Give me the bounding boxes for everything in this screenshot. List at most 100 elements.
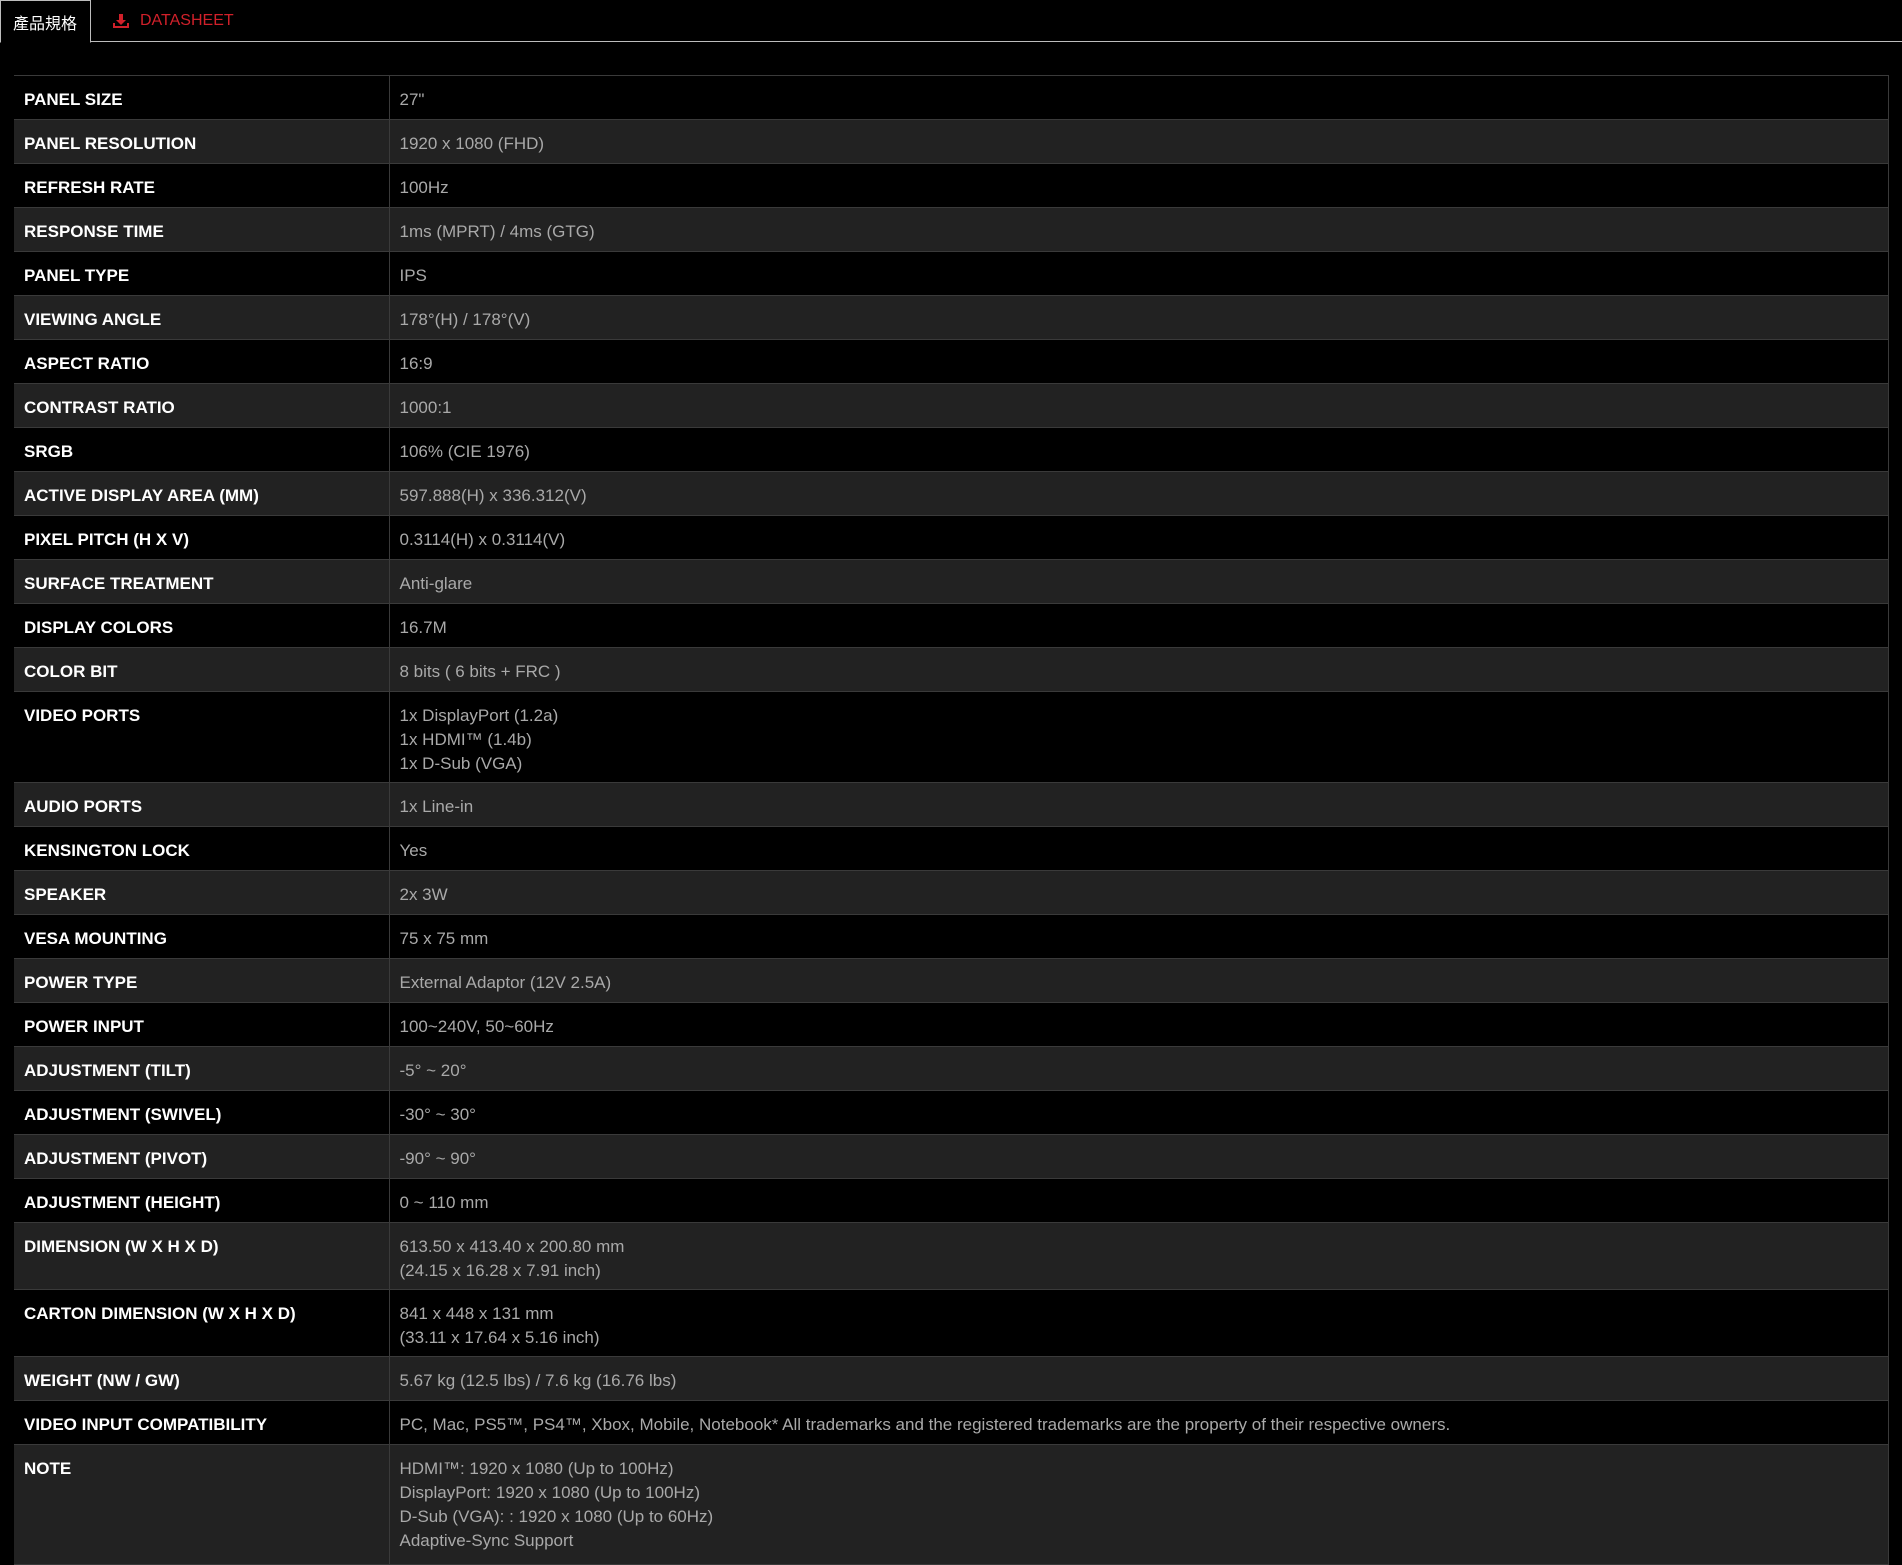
tab-bar: 產品規格 DATASHEET bbox=[0, 0, 1902, 43]
spec-value: 178°(H) / 178°(V) bbox=[389, 295, 1889, 340]
spec-value: 1920 x 1080 (FHD) bbox=[389, 119, 1889, 164]
spec-value: 613.50 x 413.40 x 200.80 mm (24.15 x 16.2… bbox=[389, 1222, 1889, 1290]
spec-value-line: 1ms (MPRT) / 4ms (GTG) bbox=[399, 222, 595, 241]
spec-value-line: Yes bbox=[399, 841, 428, 860]
spec-label: SRGB bbox=[14, 427, 390, 472]
spec-value: 100~240V, 50~60Hz bbox=[389, 1002, 1889, 1047]
tab-specifications-label: 產品規格 bbox=[13, 15, 78, 33]
spec-row: CARTON DIMENSION (W X H X D) 841 x 448 x … bbox=[14, 1289, 1889, 1357]
tab-specifications[interactable]: 產品規格 bbox=[0, 0, 91, 43]
spec-value: 0.3114(H) x 0.3114(V) bbox=[389, 515, 1889, 560]
spec-value: 597.888(H) x 336.312(V) bbox=[389, 471, 1889, 516]
spec-value: 2x 3W bbox=[389, 870, 1889, 915]
spec-row: PIXEL PITCH (H X V) 0.3114(H) x 0.3114(V) bbox=[14, 515, 1889, 560]
spec-value-line: 100Hz bbox=[399, 178, 449, 197]
spec-row: ADJUSTMENT (TILT) -5° ~ 20° bbox=[14, 1046, 1889, 1091]
spec-value: HDMI™: 1920 x 1080 (Up to 100Hz) DisplayP… bbox=[389, 1444, 1889, 1565]
spec-value-line: 5.67 kg (12.5 lbs) / 7.6 kg (16.76 lbs) bbox=[399, 1371, 677, 1390]
spec-value: -90° ~ 90° bbox=[389, 1134, 1889, 1179]
spec-value-line: 597.888(H) x 336.312(V) bbox=[399, 486, 587, 505]
spec-value-line: 178°(H) / 178°(V) bbox=[399, 310, 531, 329]
spec-value-line: 0 ~ 110 mm bbox=[399, 1193, 489, 1212]
spec-value-line: DisplayPort: 1920 x 1080 (Up to 100Hz) bbox=[399, 1483, 701, 1502]
spec-label: RESPONSE TIME bbox=[14, 207, 390, 252]
spec-value: PC, Mac, PS5™, PS4™, Xbox, Mobile, Noteb… bbox=[389, 1400, 1889, 1445]
spec-value-line: Anti-glare bbox=[399, 574, 473, 593]
spec-label: POWER INPUT bbox=[14, 1002, 390, 1047]
spec-row: DISPLAY COLORS 16.7M bbox=[14, 603, 1889, 648]
spec-row: POWER INPUT 100~240V, 50~60Hz bbox=[14, 1002, 1889, 1047]
spec-label: REFRESH RATE bbox=[14, 163, 390, 208]
spec-value-line: 106% (CIE 1976) bbox=[399, 442, 530, 461]
spec-label: ACTIVE DISPLAY AREA (MM) bbox=[14, 471, 390, 516]
spec-label: PIXEL PITCH (H X V) bbox=[14, 515, 390, 560]
spec-value-line: D-Sub (VGA): : 1920 x 1080 (Up to 60Hz) bbox=[399, 1507, 714, 1526]
spec-label: VIEWING ANGLE bbox=[14, 295, 390, 340]
spec-row: VIEWING ANGLE 178°(H) / 178°(V) bbox=[14, 295, 1889, 340]
spec-label: ADJUSTMENT (TILT) bbox=[14, 1046, 390, 1091]
spec-value: 27" bbox=[389, 75, 1889, 120]
spec-value-line: (24.15 x 16.28 x 7.91 inch) bbox=[399, 1261, 601, 1280]
spec-value: 1x DisplayPort (1.2a) 1x HDMI™ (1.4b) 1x D… bbox=[389, 691, 1889, 783]
spec-label: CONTRAST RATIO bbox=[14, 383, 390, 428]
spec-label: VIDEO INPUT COMPATIBILITY bbox=[14, 1400, 390, 1445]
spec-value: 16:9 bbox=[389, 339, 1889, 384]
spec-label: COLOR BIT bbox=[14, 647, 390, 692]
spec-value-line: 16:9 bbox=[399, 354, 433, 373]
spec-value-line: 0.3114(H) x 0.3114(V) bbox=[399, 530, 566, 549]
spec-value-line: PC, Mac, PS5™, PS4™, Xbox, Mobile, Noteb… bbox=[399, 1415, 1451, 1434]
download-icon bbox=[112, 13, 130, 29]
spec-row: KENSINGTON LOCK Yes bbox=[14, 826, 1889, 871]
spec-row: ACTIVE DISPLAY AREA (MM) 597.888(H) x 336… bbox=[14, 471, 1889, 516]
spec-row: SPEAKER 2x 3W bbox=[14, 870, 1889, 915]
spec-table: PANEL SIZE 27" PANEL RESOLUTION 1920 x 1080… bbox=[14, 75, 1889, 1565]
spec-label: SURFACE TREATMENT bbox=[14, 559, 390, 604]
spec-label: ASPECT RATIO bbox=[14, 339, 390, 384]
spec-label: ADJUSTMENT (HEIGHT) bbox=[14, 1178, 390, 1223]
spec-value-line: 27" bbox=[399, 90, 425, 109]
spec-label: KENSINGTON LOCK bbox=[14, 826, 390, 871]
spec-value: IPS bbox=[389, 251, 1889, 296]
spec-value-line: IPS bbox=[399, 266, 427, 285]
tab-datasheet-label: DATASHEET bbox=[140, 12, 234, 29]
spec-row: RESPONSE TIME 1ms (MPRT) / 4ms (GTG) bbox=[14, 207, 1889, 252]
spec-value: 8 bits ( 6 bits + FRC ) bbox=[389, 647, 1889, 692]
spec-row: POWER TYPE External Adaptor (12V 2.5A) bbox=[14, 958, 1889, 1003]
spec-row: AUDIO PORTS 1x Line-in bbox=[14, 782, 1889, 827]
spec-value-line: External Adaptor (12V 2.5A) bbox=[399, 973, 612, 992]
spec-value: -5° ~ 20° bbox=[389, 1046, 1889, 1091]
spec-value-line: 1x DisplayPort (1.2a) bbox=[399, 706, 559, 725]
spec-row: PANEL RESOLUTION 1920 x 1080 (FHD) bbox=[14, 119, 1889, 164]
spec-value: Anti-glare bbox=[389, 559, 1889, 604]
spec-row: NOTE HDMI™: 1920 x 1080 (Up to 100Hz) Disp… bbox=[14, 1444, 1889, 1565]
spec-value-line: 75 x 75 mm bbox=[399, 929, 489, 948]
spec-row: SURFACE TREATMENT Anti-glare bbox=[14, 559, 1889, 604]
spec-value: 1x Line-in bbox=[389, 782, 1889, 827]
spec-row: VIDEO PORTS 1x DisplayPort (1.2a) 1x HDMI™… bbox=[14, 691, 1889, 783]
spec-label: VESA MOUNTING bbox=[14, 914, 390, 959]
spec-row: COLOR BIT 8 bits ( 6 bits + FRC ) bbox=[14, 647, 1889, 692]
spec-row: ADJUSTMENT (PIVOT) -90° ~ 90° bbox=[14, 1134, 1889, 1179]
spec-value: 1000:1 bbox=[389, 383, 1889, 428]
spec-label: PANEL RESOLUTION bbox=[14, 119, 390, 164]
spec-value: 75 x 75 mm bbox=[389, 914, 1889, 959]
spec-value-line: 841 x 448 x 131 mm bbox=[399, 1304, 554, 1323]
spec-value: 841 x 448 x 131 mm (33.11 x 17.64 x 5.16 … bbox=[389, 1289, 1889, 1357]
spec-label: ADJUSTMENT (SWIVEL) bbox=[14, 1090, 390, 1135]
spec-value-line: 1x D-Sub (VGA) bbox=[399, 754, 523, 773]
spec-row: REFRESH RATE 100Hz bbox=[14, 163, 1889, 208]
spec-row: WEIGHT (NW / GW) 5.67 kg (12.5 lbs) / 7.6… bbox=[14, 1356, 1889, 1401]
spec-value: 1ms (MPRT) / 4ms (GTG) bbox=[389, 207, 1889, 252]
spec-value: External Adaptor (12V 2.5A) bbox=[389, 958, 1889, 1003]
spec-value-line: -30° ~ 30° bbox=[399, 1105, 476, 1124]
tab-datasheet[interactable]: DATASHEET bbox=[112, 0, 234, 42]
spec-value-line: 1x Line-in bbox=[399, 797, 474, 816]
spec-row: VESA MOUNTING 75 x 75 mm bbox=[14, 914, 1889, 959]
spec-value-line: 1920 x 1080 (FHD) bbox=[399, 134, 545, 153]
spec-row: CONTRAST RATIO 1000:1 bbox=[14, 383, 1889, 428]
spec-value-line: 2x 3W bbox=[399, 885, 448, 904]
spec-label: NOTE bbox=[14, 1444, 390, 1565]
spec-value-line: 613.50 x 413.40 x 200.80 mm bbox=[399, 1237, 625, 1256]
spec-label: POWER TYPE bbox=[14, 958, 390, 1003]
spec-label: CARTON DIMENSION (W X H X D) bbox=[14, 1289, 390, 1357]
